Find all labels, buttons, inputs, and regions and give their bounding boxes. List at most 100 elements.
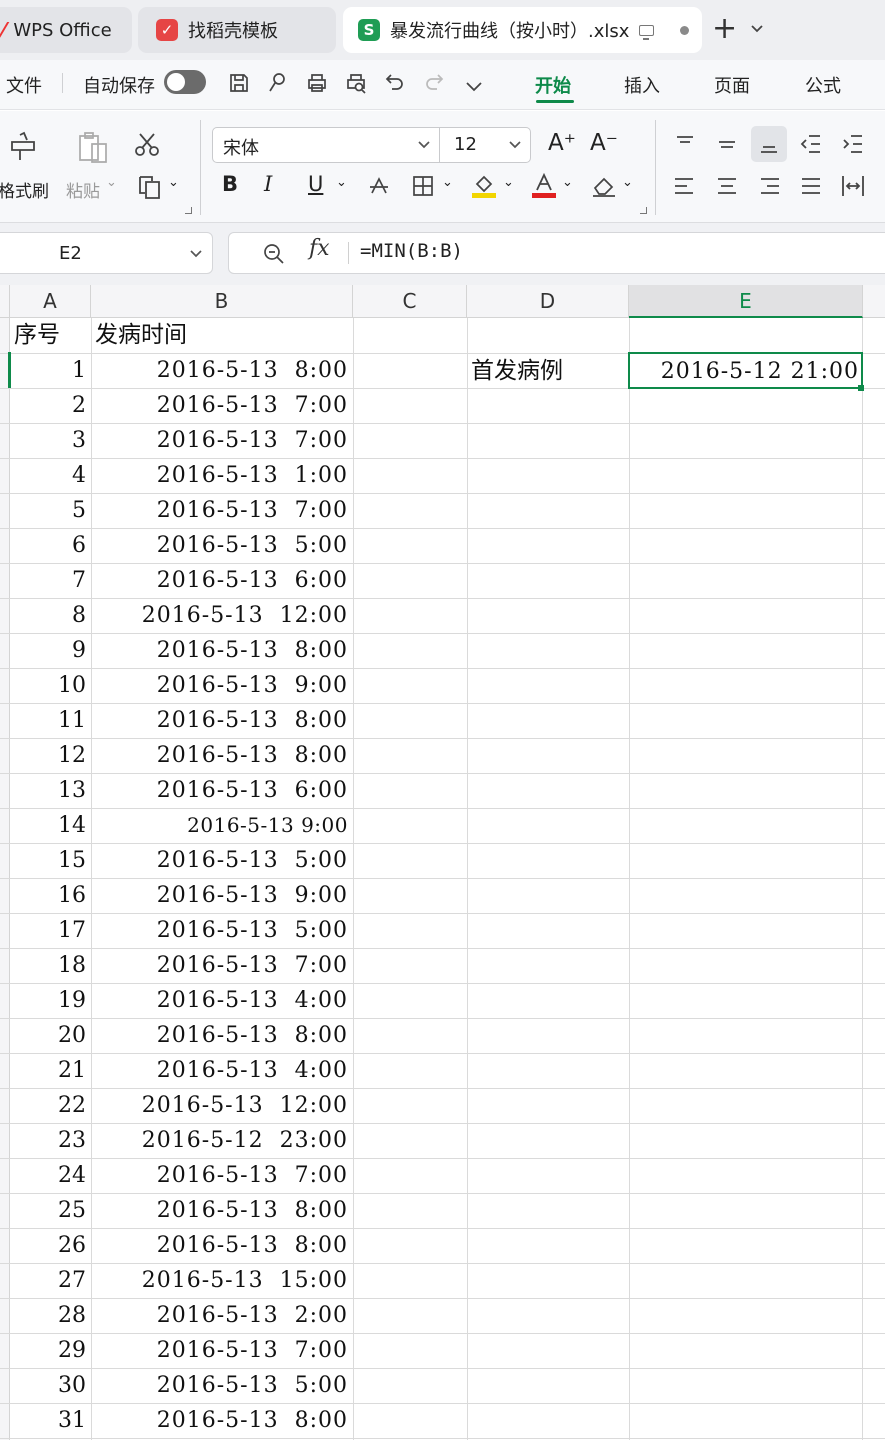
column-header-c[interactable]: C — [353, 285, 467, 318]
undo-icon[interactable] — [383, 71, 407, 95]
save-icon[interactable] — [227, 71, 251, 95]
select-all-corner[interactable] — [0, 285, 10, 318]
cell-a4[interactable]: 3 — [10, 423, 91, 458]
cell-a2[interactable]: 1 — [10, 353, 91, 388]
clear-format-icon[interactable] — [591, 174, 617, 198]
justify-button[interactable] — [793, 168, 829, 204]
fill-color-icon[interactable] — [471, 172, 497, 198]
tab-list-chevron-icon[interactable] — [750, 18, 764, 37]
cell-b5[interactable]: 2016-5-13 1:00 — [91, 458, 353, 493]
autosave-toggle[interactable] — [164, 70, 206, 94]
ribbon-tab-home[interactable]: 开始 — [535, 72, 571, 98]
cell-a11[interactable]: 10 — [10, 668, 91, 703]
cell-a13[interactable]: 12 — [10, 738, 91, 773]
cell-a27[interactable]: 26 — [10, 1228, 91, 1263]
cell-a24[interactable]: 23 — [10, 1123, 91, 1158]
monitor-icon[interactable] — [639, 24, 655, 40]
spreadsheet-grid[interactable]: A B C D E 序号 发病时间 首发病例 2016-5-12 21:00 1… — [0, 285, 885, 1440]
cell-a9[interactable]: 8 — [10, 598, 91, 633]
cell-b19[interactable]: 2016-5-13 7:00 — [91, 948, 353, 983]
ribbon-tab-formula[interactable]: 公式 — [805, 72, 841, 98]
cell-b6[interactable]: 2016-5-13 7:00 — [91, 493, 353, 528]
cell-b8[interactable]: 2016-5-13 6:00 — [91, 563, 353, 598]
cell-a10[interactable]: 9 — [10, 633, 91, 668]
cell-b20[interactable]: 2016-5-13 4:00 — [91, 983, 353, 1018]
align-top-button[interactable] — [667, 126, 703, 162]
cell-b24[interactable]: 2016-5-12 23:00 — [91, 1123, 353, 1158]
cell-a26[interactable]: 25 — [10, 1193, 91, 1228]
increase-indent-button[interactable] — [835, 126, 871, 162]
fill-handle[interactable] — [858, 385, 864, 391]
font-color-chevron-icon[interactable]: ⌄ — [562, 175, 573, 190]
cell-b29[interactable]: 2016-5-13 2:00 — [91, 1298, 353, 1333]
cell-b13[interactable]: 2016-5-13 8:00 — [91, 738, 353, 773]
font-color-icon[interactable] — [531, 172, 557, 198]
cell-b18[interactable]: 2016-5-13 5:00 — [91, 913, 353, 948]
cell-b21[interactable]: 2016-5-13 8:00 — [91, 1018, 353, 1053]
cell-b22[interactable]: 2016-5-13 4:00 — [91, 1053, 353, 1088]
cell-a17[interactable]: 16 — [10, 878, 91, 913]
cell-a15[interactable]: 14 — [10, 808, 91, 843]
cell-a31[interactable]: 30 — [10, 1368, 91, 1403]
column-header-a[interactable]: A — [10, 285, 91, 318]
cell-a25[interactable]: 24 — [10, 1158, 91, 1193]
zoom-lookup-icon[interactable] — [262, 242, 286, 266]
tab-docer-templates[interactable]: ✓ 找稻壳模板 — [138, 7, 336, 53]
cell-b2[interactable]: 2016-5-13 8:00 — [91, 353, 353, 388]
clear-chevron-icon[interactable]: ⌄ — [622, 175, 633, 190]
align-middle-button[interactable] — [709, 126, 745, 162]
cell-b15[interactable]: 2016-5-13 9:00 — [91, 808, 353, 843]
cell-a16[interactable]: 15 — [10, 843, 91, 878]
new-tab-plus-icon[interactable]: + — [712, 14, 737, 44]
border-icon[interactable] — [412, 175, 434, 197]
underline-button[interactable]: U — [308, 172, 323, 196]
cell-a23[interactable]: 22 — [10, 1088, 91, 1123]
more-chevron-icon[interactable] — [462, 74, 486, 98]
cell-b12[interactable]: 2016-5-13 8:00 — [91, 703, 353, 738]
cell-b32[interactable]: 2016-5-13 8:00 — [91, 1403, 353, 1438]
align-left-button[interactable] — [667, 168, 703, 204]
column-header-d[interactable]: D — [467, 285, 629, 318]
ribbon-tab-insert[interactable]: 插入 — [624, 72, 660, 98]
cell-a8[interactable]: 7 — [10, 563, 91, 598]
underline-chevron-icon[interactable]: ⌄ — [336, 175, 347, 190]
cell-a3[interactable]: 2 — [10, 388, 91, 423]
cut-icon[interactable] — [133, 131, 161, 159]
unsaved-dot-icon[interactable] — [680, 25, 690, 35]
copy-chevron-icon[interactable]: ⌄ — [168, 175, 179, 190]
cell-a19[interactable]: 18 — [10, 948, 91, 983]
cell-a32[interactable]: 31 — [10, 1403, 91, 1438]
bold-button[interactable]: B — [222, 172, 238, 196]
cell-b17[interactable]: 2016-5-13 9:00 — [91, 878, 353, 913]
cell-a22[interactable]: 21 — [10, 1053, 91, 1088]
cell-b3[interactable]: 2016-5-13 7:00 — [91, 388, 353, 423]
cell-b4[interactable]: 2016-5-13 7:00 — [91, 423, 353, 458]
align-bottom-button[interactable] — [751, 126, 787, 162]
cell-b7[interactable]: 2016-5-13 5:00 — [91, 528, 353, 563]
print-icon[interactable] — [305, 71, 329, 95]
border-chevron-icon[interactable]: ⌄ — [442, 175, 453, 190]
cell-a18[interactable]: 17 — [10, 913, 91, 948]
column-header-f[interactable] — [863, 285, 885, 318]
cell-b31[interactable]: 2016-5-13 5:00 — [91, 1368, 353, 1403]
cell-d2[interactable]: 首发病例 — [467, 354, 629, 389]
formula-text[interactable]: =MIN(B:B) — [360, 240, 463, 262]
strikethrough-icon[interactable] — [368, 175, 390, 197]
tab-active-workbook[interactable]: S 暴发流行曲线（按小时）.xlsx — [343, 7, 702, 53]
distributed-align-button[interactable] — [835, 168, 871, 204]
cell-b25[interactable]: 2016-5-13 7:00 — [91, 1158, 353, 1193]
menu-file[interactable]: 文件 — [6, 72, 42, 98]
cell-a12[interactable]: 11 — [10, 703, 91, 738]
font-size-select[interactable]: 12 — [439, 127, 531, 163]
align-center-button[interactable] — [709, 168, 745, 204]
print-preview-icon[interactable] — [344, 71, 368, 95]
cell-b1[interactable]: 发病时间 — [91, 318, 353, 353]
cell-a29[interactable]: 28 — [10, 1298, 91, 1333]
cell-a14[interactable]: 13 — [10, 773, 91, 808]
format-painter-label[interactable]: 格式刷 — [0, 177, 49, 202]
cell-b10[interactable]: 2016-5-13 8:00 — [91, 633, 353, 668]
cell-b14[interactable]: 2016-5-13 6:00 — [91, 773, 353, 808]
font-name-select[interactable]: 宋体 — [212, 127, 440, 163]
tab-wps-office[interactable]: ⁄ WPS Office — [0, 7, 132, 53]
decrease-font-icon[interactable]: A⁻ — [590, 130, 618, 156]
